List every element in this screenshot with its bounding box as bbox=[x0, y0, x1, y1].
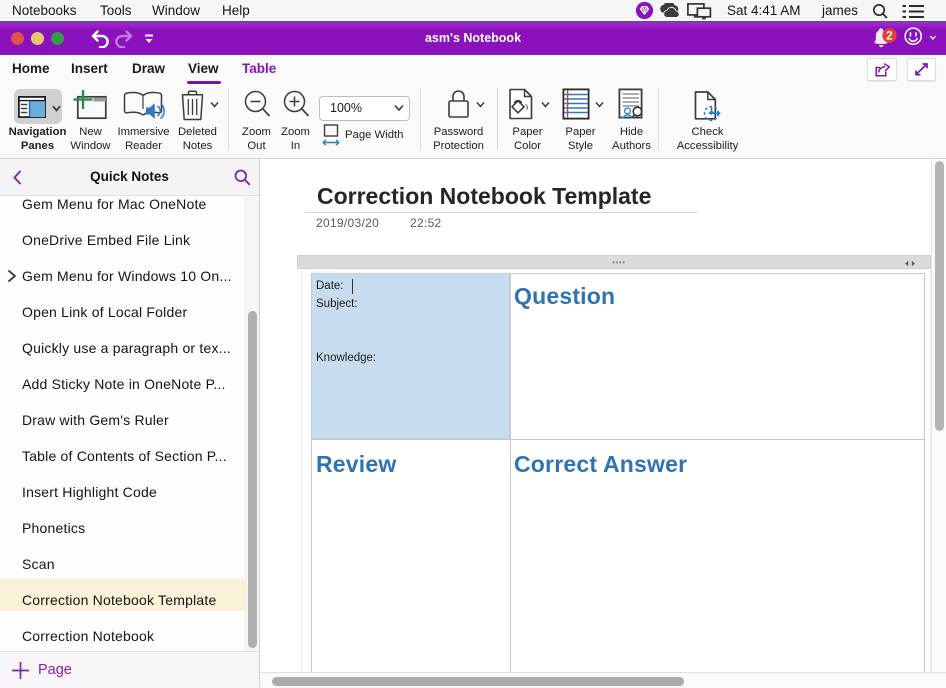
svg-text:2: 2 bbox=[886, 31, 892, 43]
